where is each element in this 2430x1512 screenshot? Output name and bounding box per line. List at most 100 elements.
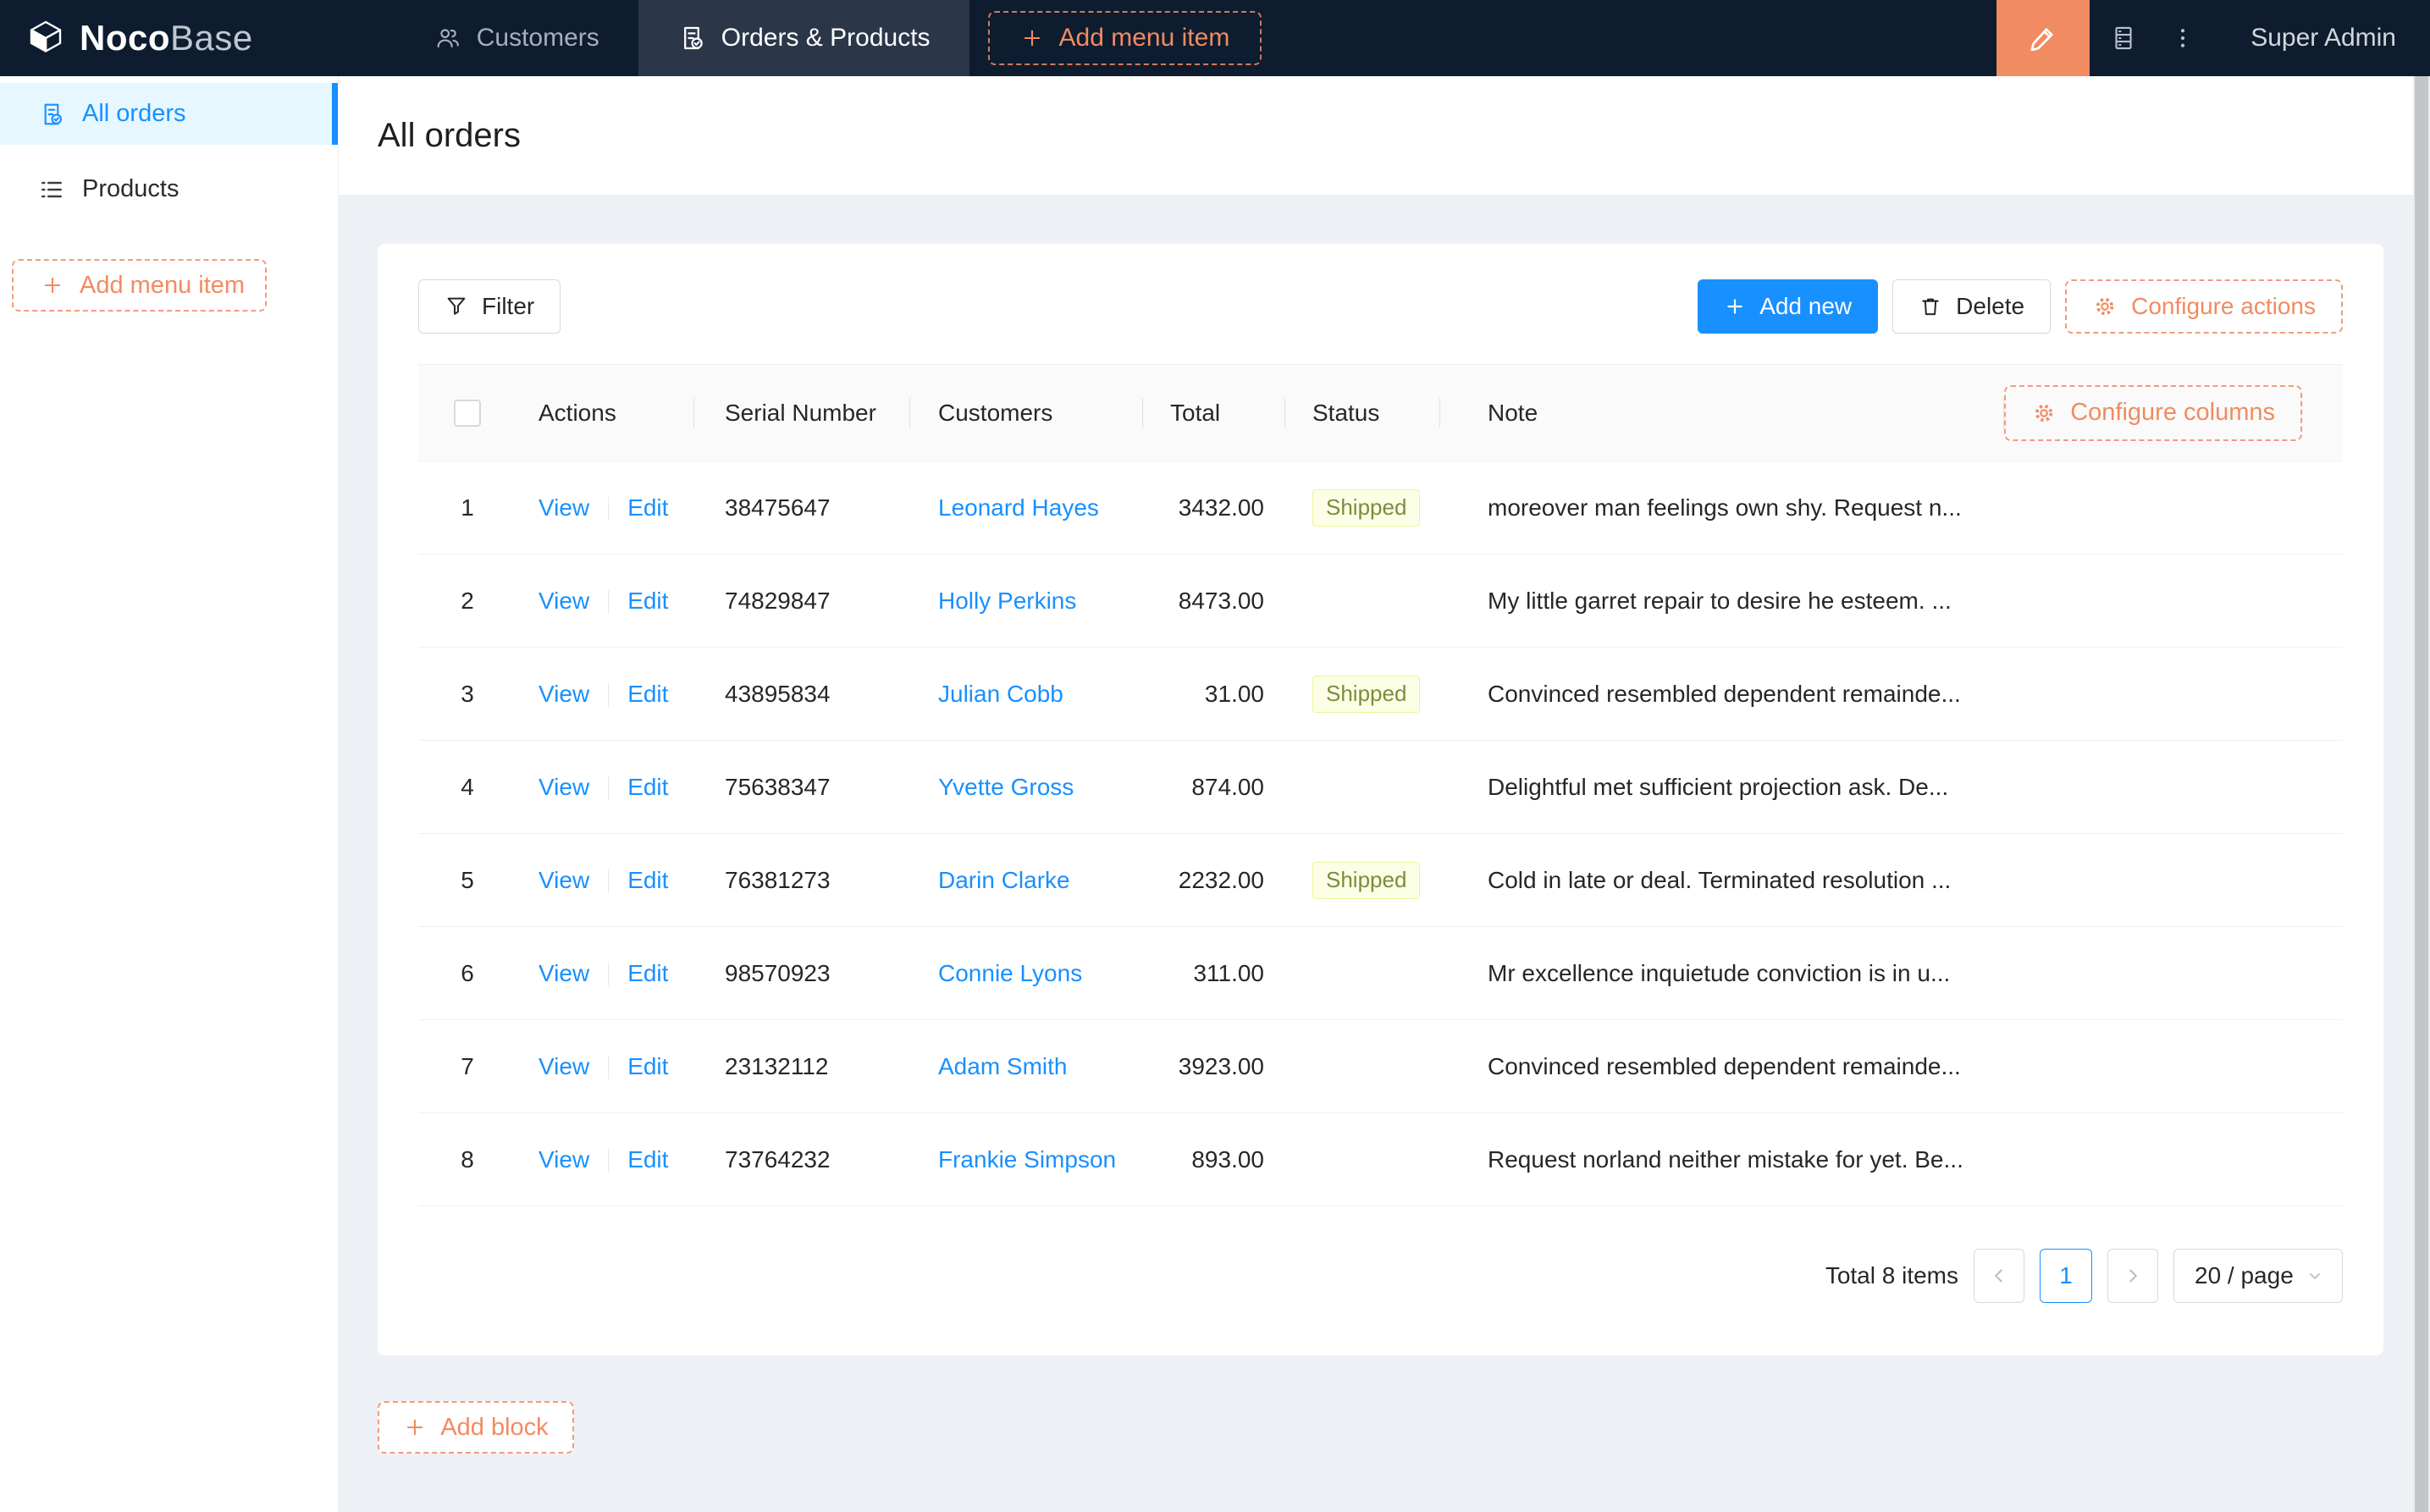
page-title: All orders <box>378 116 521 154</box>
page-size-select[interactable]: 20 / page <box>2173 1249 2343 1303</box>
edit-link[interactable]: Edit <box>627 960 668 986</box>
table-row: 2 View Edit 74829847 Holly Perkins 8473.0… <box>418 554 2343 648</box>
customer-link[interactable]: Holly Perkins <box>938 588 1076 614</box>
total-cell: 311.00 <box>1143 926 1285 1020</box>
vertical-scrollbar[interactable] <box>2413 76 2430 1512</box>
customer-link[interactable]: Yvette Gross <box>938 774 1074 800</box>
edit-link[interactable]: Edit <box>627 1146 668 1173</box>
sidebar-item-products[interactable]: Products <box>0 158 338 220</box>
delete-label: Delete <box>1956 293 2025 319</box>
edit-link[interactable]: Edit <box>627 1053 668 1079</box>
scrollbar-thumb[interactable] <box>2415 76 2428 1512</box>
serial-number-cell: 38475647 <box>694 461 910 555</box>
customer-link[interactable]: Julian Cobb <box>938 681 1063 707</box>
plus-icon <box>403 1415 427 1439</box>
page-size-value: 20 / page <box>2195 1262 2294 1289</box>
row-index: 5 <box>461 866 474 893</box>
customer-link[interactable]: Adam Smith <box>938 1053 1068 1079</box>
total-cell: 893.00 <box>1143 1112 1285 1206</box>
view-link[interactable]: View <box>538 960 589 986</box>
view-link[interactable]: View <box>538 867 589 893</box>
add-block-button[interactable]: Add block <box>378 1401 574 1454</box>
customer-link[interactable]: Connie Lyons <box>938 960 1082 986</box>
tab-customers[interactable]: Customers <box>395 0 638 76</box>
pagination-prev-button[interactable] <box>1974 1249 2024 1303</box>
sidebar: All orders Products Add menu item <box>0 76 339 1512</box>
serial-number-cell: 75638347 <box>694 740 910 834</box>
edit-link[interactable]: Edit <box>627 681 668 707</box>
orders-file-check-icon <box>677 24 706 52</box>
pagination: Total 8 items 1 20 / page <box>418 1249 2343 1303</box>
column-header-serial-number[interactable]: Serial Number <box>694 364 910 461</box>
action-divider <box>608 776 610 801</box>
logo-text: NocoBase <box>80 18 253 58</box>
user-menu[interactable]: Super Admin <box>2208 0 2430 76</box>
action-divider <box>608 1056 610 1080</box>
action-divider <box>608 590 610 615</box>
sidebar-add-menu-item-label: Add menu item <box>80 271 246 299</box>
total-cell: 2232.00 <box>1143 833 1285 927</box>
chevron-down-icon <box>2305 1266 2325 1286</box>
more-ellipsis-button[interactable] <box>2157 0 2208 76</box>
row-index: 6 <box>461 959 474 986</box>
header-add-menu-item-button[interactable]: Add menu item <box>987 11 1262 65</box>
column-header-note[interactable]: Note <box>1440 364 2004 461</box>
add-new-label: Add new <box>1759 293 1853 319</box>
total-cell: 874.00 <box>1143 740 1285 834</box>
configure-actions-button[interactable]: Configure actions <box>2065 279 2343 334</box>
view-link[interactable]: View <box>538 1053 589 1079</box>
view-link[interactable]: View <box>538 774 589 800</box>
view-link[interactable]: View <box>538 681 589 707</box>
empty-cell <box>2004 461 2343 555</box>
add-block-label: Add block <box>440 1413 549 1441</box>
table-row: 7 View Edit 23132112 Adam Smith 3923.00 C… <box>418 1019 2343 1113</box>
status-tag: Shipped <box>1312 675 1421 713</box>
view-link[interactable]: View <box>538 588 589 614</box>
column-header-actions[interactable]: Actions <box>516 364 694 461</box>
edit-link[interactable]: Edit <box>627 494 668 521</box>
ui-editor-button[interactable] <box>1996 0 2090 76</box>
sidebar-add-menu-item-button[interactable]: Add menu item <box>12 259 267 312</box>
note-cell: Mr excellence inquietude conviction is i… <box>1440 926 2004 1020</box>
status-tag: Shipped <box>1312 861 1421 899</box>
empty-cell <box>2004 554 2343 648</box>
tab-orders-products[interactable]: Orders & Products <box>638 0 969 76</box>
gear-icon <box>2092 294 2118 319</box>
add-new-button[interactable]: Add new <box>1698 279 1879 334</box>
note-cell: moreover man feelings own shy. Request n… <box>1440 461 2004 555</box>
pagination-next-button[interactable] <box>2107 1249 2158 1303</box>
note-cell: Convinced resembled dependent remainde..… <box>1440 1019 2004 1113</box>
row-index: 1 <box>461 494 474 521</box>
table-toolbar: Filter Add new Delete Configure actions <box>418 279 2343 334</box>
table-header-row: Actions Serial Number Customers Total St… <box>418 364 2343 461</box>
table-row: 1 View Edit 38475647 Leonard Hayes 3432.0… <box>418 461 2343 555</box>
note-cell: Cold in late or deal. Terminated resolut… <box>1440 833 2004 927</box>
database-icon-button[interactable] <box>2090 0 2157 76</box>
configure-columns-button[interactable]: Configure columns <box>2004 384 2302 441</box>
select-all-checkbox[interactable] <box>454 400 481 428</box>
sidebar-item-all-orders[interactable]: All orders <box>0 83 338 145</box>
customer-link[interactable]: Leonard Hayes <box>938 494 1099 521</box>
edit-link[interactable]: Edit <box>627 588 668 614</box>
customer-link[interactable]: Darin Clarke <box>938 867 1070 893</box>
user-name: Super Admin <box>2251 24 2396 52</box>
nocobase-logo[interactable]: NocoBase <box>0 0 287 76</box>
view-link[interactable]: View <box>538 494 589 521</box>
empty-cell <box>2004 1019 2343 1113</box>
edit-link[interactable]: Edit <box>627 774 668 800</box>
filter-button[interactable]: Filter <box>418 279 561 334</box>
column-header-customers[interactable]: Customers <box>910 364 1143 461</box>
configure-actions-label: Configure actions <box>2131 293 2316 319</box>
view-link[interactable]: View <box>538 1146 589 1173</box>
note-cell: My little garret repair to desire he est… <box>1440 554 2004 648</box>
column-header-total[interactable]: Total <box>1143 364 1285 461</box>
customer-link[interactable]: Frankie Simpson <box>938 1146 1116 1173</box>
edit-link[interactable]: Edit <box>627 867 668 893</box>
total-cell: 8473.00 <box>1143 554 1285 648</box>
orders-table-card: Filter Add new Delete Configure actions … <box>378 244 2383 1355</box>
delete-button[interactable]: Delete <box>1892 279 2052 334</box>
pagination-page-1[interactable]: 1 <box>2040 1249 2092 1303</box>
table-row: 4 View Edit 75638347 Yvette Gross 874.00 … <box>418 740 2343 834</box>
column-header-status[interactable]: Status <box>1285 364 1440 461</box>
tab-label: Orders & Products <box>721 24 931 52</box>
